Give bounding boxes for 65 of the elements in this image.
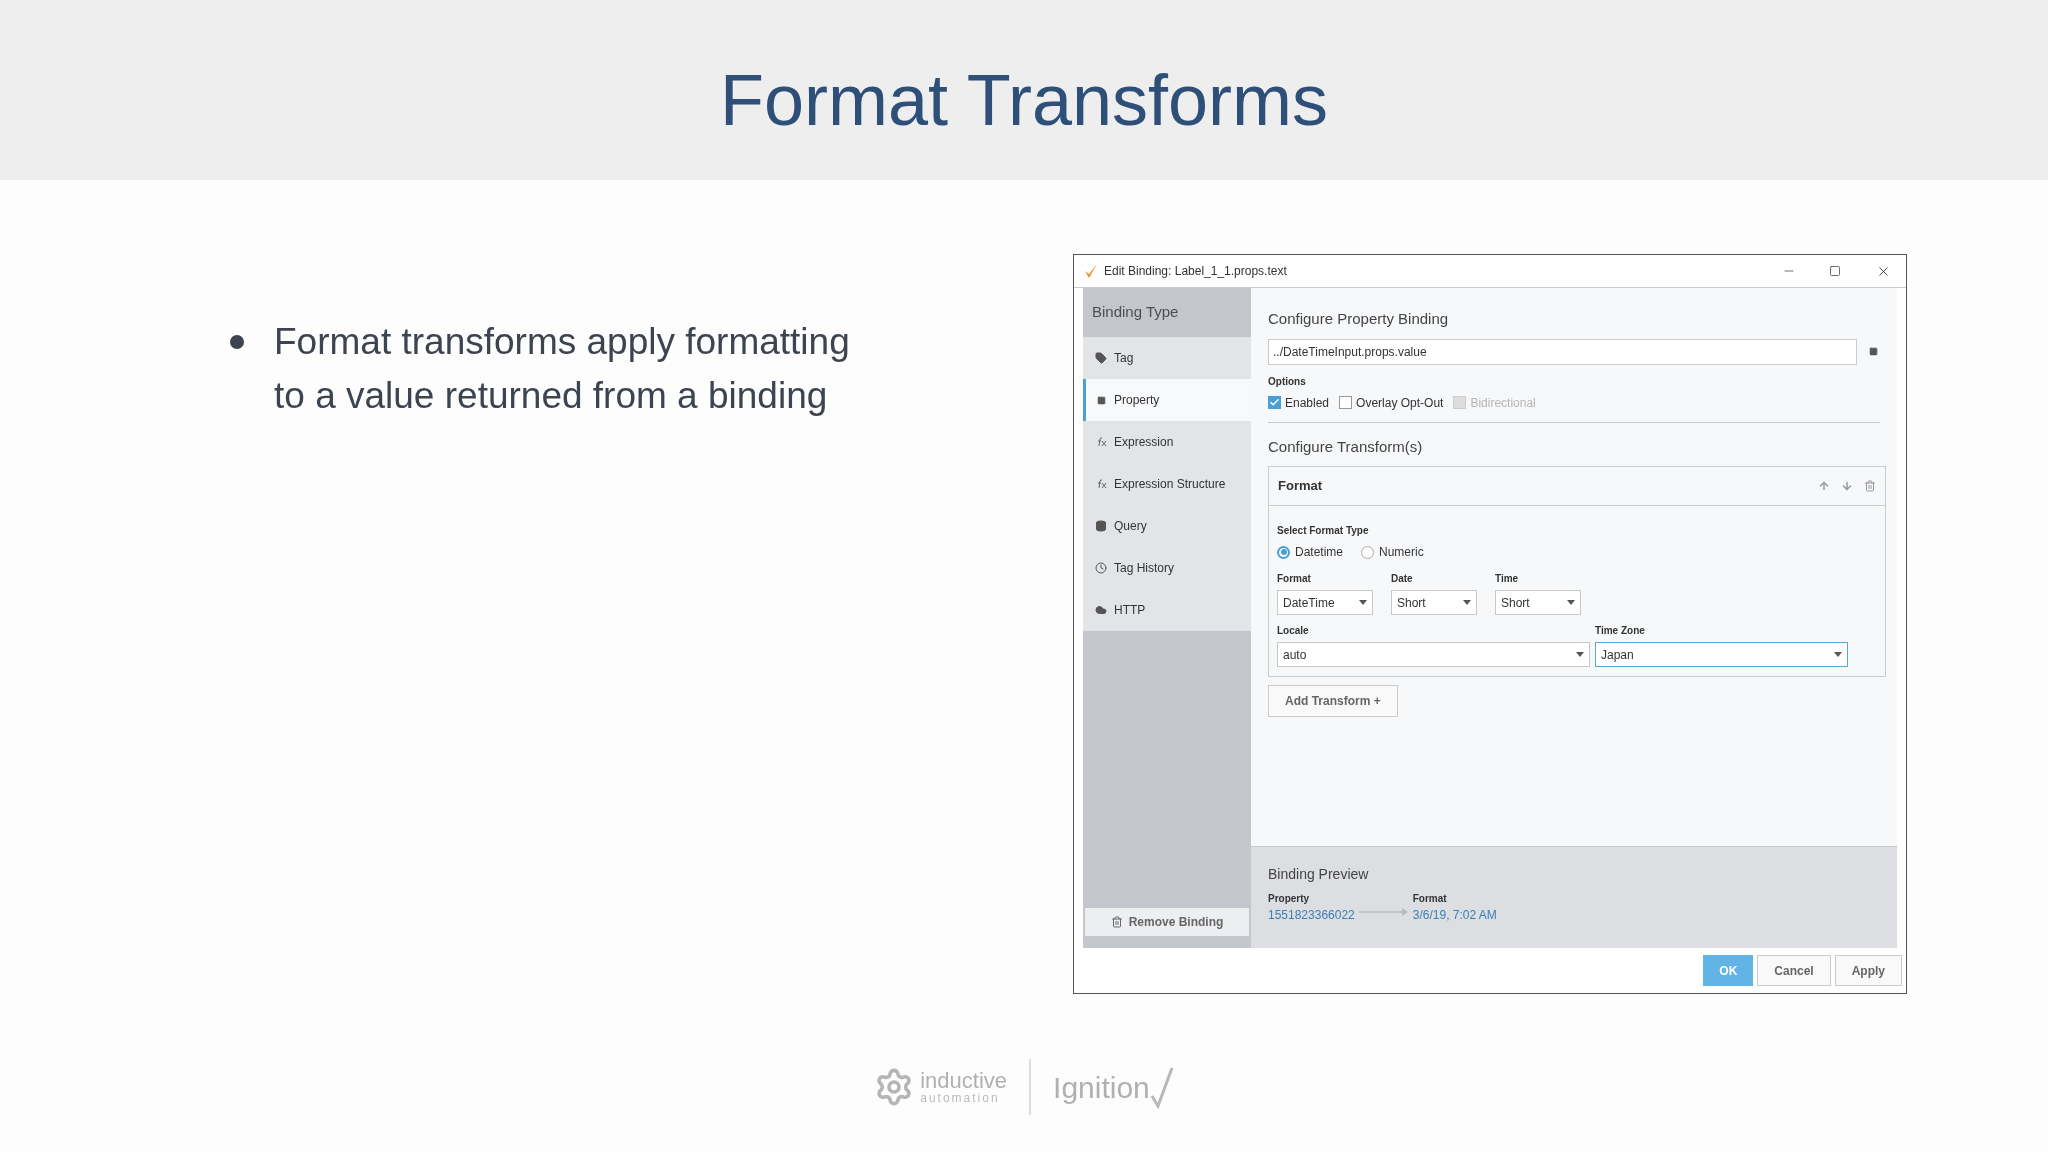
sidebar-item[interactable]: Query bbox=[1083, 505, 1251, 547]
dropdown[interactable]: auto bbox=[1277, 642, 1590, 667]
cloud-icon bbox=[1095, 604, 1107, 616]
format-type-radio[interactable]: Datetime bbox=[1277, 543, 1344, 561]
sidebar-heading: Binding Type bbox=[1092, 302, 1179, 323]
slide-title: Format Transforms bbox=[719, 59, 1329, 142]
check-icon bbox=[1269, 397, 1280, 408]
window-title: Edit Binding: Label_1_1.props.text bbox=[1104, 263, 1288, 280]
remove-binding-button[interactable]: Remove Binding bbox=[1085, 908, 1249, 936]
checkmark-logo-icon bbox=[1084, 263, 1098, 279]
formatted-value: 3/6/19, 7:02 AM bbox=[1412, 907, 1497, 924]
field-label: Locale bbox=[1277, 624, 1310, 638]
tag-icon bbox=[1095, 352, 1107, 364]
trash-icon bbox=[1110, 916, 1123, 928]
sidebar-item[interactable]: Expression Structure bbox=[1083, 463, 1251, 505]
square-icon[interactable] bbox=[1869, 347, 1878, 356]
option-checkbox[interactable]: Enabled bbox=[1268, 393, 1330, 412]
field-label: Date bbox=[1391, 572, 1414, 586]
caret-icon bbox=[1359, 600, 1367, 605]
section-heading: Binding Preview bbox=[1268, 865, 1370, 884]
dialog-button[interactable]: Cancel bbox=[1757, 955, 1831, 986]
field-label: Property bbox=[1268, 892, 1311, 906]
dropdown[interactable]: DateTime bbox=[1277, 590, 1373, 615]
caret-icon bbox=[1463, 600, 1471, 605]
square-icon bbox=[1096, 395, 1106, 405]
database-icon bbox=[1095, 520, 1107, 532]
trash-icon[interactable] bbox=[1864, 480, 1876, 492]
field-label: Time Zone bbox=[1595, 624, 1646, 638]
card-title: Format bbox=[1278, 477, 1324, 496]
caret-icon bbox=[1576, 652, 1584, 657]
section-heading: Configure Property Binding bbox=[1268, 309, 1450, 329]
add-transform-button[interactable]: Add Transform + bbox=[1268, 685, 1398, 717]
sidebar-item[interactable]: Property bbox=[1083, 379, 1251, 421]
field-label: Format bbox=[1412, 892, 1448, 906]
format-type-radio[interactable]: Numeric bbox=[1361, 543, 1424, 561]
field-label: Select Format Type bbox=[1277, 524, 1370, 538]
dropdown[interactable]: Japan bbox=[1595, 642, 1848, 667]
sidebar-item[interactable]: HTTP bbox=[1083, 589, 1251, 631]
field-label: Format bbox=[1277, 572, 1312, 586]
logo-text: automation bbox=[920, 1092, 1001, 1104]
maximize-icon[interactable] bbox=[1829, 265, 1841, 277]
property-value: 1551823366022 bbox=[1268, 907, 1355, 924]
options-label: Options bbox=[1268, 374, 1307, 389]
section-heading: Configure Transform(s) bbox=[1268, 436, 1424, 457]
sidebar-item[interactable]: Tag bbox=[1083, 337, 1251, 379]
option-checkbox[interactable]: Overlay Opt-Out bbox=[1339, 393, 1444, 412]
dialog-button[interactable]: Apply bbox=[1834, 955, 1902, 986]
sidebar-item[interactable]: Tag History bbox=[1083, 547, 1251, 589]
field-label: Time bbox=[1495, 572, 1520, 586]
bullet-text: Format transforms apply formatting to a value returned from a binding bbox=[274, 320, 851, 418]
checkmark-logo-icon bbox=[1149, 1065, 1174, 1110]
sidebar-item[interactable]: Expression bbox=[1083, 421, 1251, 463]
dropdown[interactable]: Short bbox=[1391, 590, 1477, 615]
logo-text: Ignition bbox=[1053, 1069, 1150, 1106]
caret-icon bbox=[1834, 652, 1842, 657]
up-arrow-icon[interactable] bbox=[1818, 480, 1830, 492]
dropdown[interactable]: Short bbox=[1495, 590, 1581, 615]
function-icon bbox=[1095, 479, 1107, 489]
clock-icon bbox=[1095, 562, 1107, 574]
function-icon bbox=[1095, 437, 1107, 447]
property-path-field[interactable]: ../DateTimeInput.props.value bbox=[1268, 338, 1857, 365]
logo-text: inductive bbox=[920, 1070, 1008, 1092]
caret-icon bbox=[1567, 600, 1575, 605]
down-arrow-icon[interactable] bbox=[1841, 480, 1853, 492]
arrow-icon bbox=[1358, 906, 1409, 917]
